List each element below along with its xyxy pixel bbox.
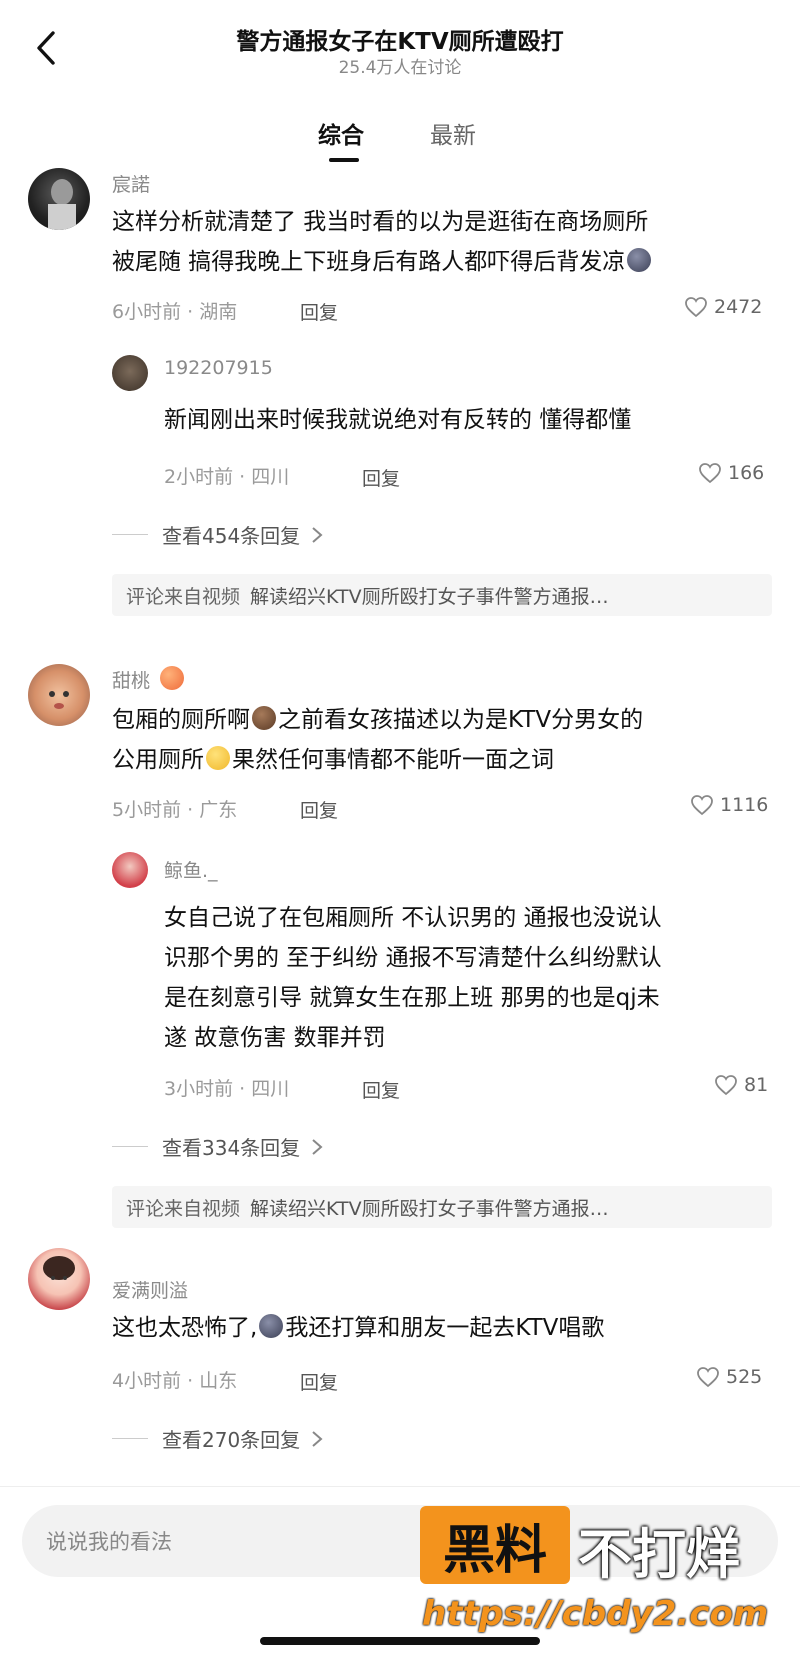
tab-comprehensive[interactable]: 综合 bbox=[318, 116, 364, 150]
avatar[interactable] bbox=[28, 1248, 90, 1310]
like-count: 2472 bbox=[714, 296, 763, 318]
tab-active-indicator bbox=[329, 158, 359, 162]
scared-emoji-icon bbox=[627, 248, 652, 272]
divider bbox=[112, 534, 148, 535]
scared-emoji-icon bbox=[259, 1314, 284, 1338]
reply-button[interactable]: 回复 bbox=[362, 464, 400, 491]
home-indicator bbox=[260, 1637, 540, 1645]
comment-username[interactable]: 宸諾 bbox=[112, 170, 150, 197]
divider bbox=[112, 1438, 148, 1439]
avatar[interactable] bbox=[112, 852, 148, 888]
header: 警方通报女子在KTV厕所遭殴打 25.4万人在讨论 bbox=[0, 0, 800, 96]
like-button[interactable]: 1116 bbox=[690, 794, 768, 816]
heart-icon bbox=[685, 297, 707, 318]
comment-meta: 5小时前 · 广东 bbox=[112, 799, 238, 821]
watermark-text: 不打烊 bbox=[578, 1523, 740, 1586]
discussion-count: 25.4万人在讨论 bbox=[338, 58, 462, 78]
comment-meta: 4小时前 · 山东 bbox=[112, 1370, 238, 1392]
reply-username[interactable]: 192207915 bbox=[164, 357, 273, 379]
tab-latest[interactable]: 最新 bbox=[430, 116, 476, 150]
comment-meta: 6小时前 · 湖南 bbox=[112, 301, 238, 323]
reply-text: 女自己说了在包厢厕所 不认识男的 通报也没说认 识那个男的 至于纠纷 通报不写清… bbox=[164, 905, 662, 1051]
page-title: 警方通报女子在KTV厕所遭殴打 bbox=[236, 29, 564, 55]
peach-icon bbox=[160, 666, 185, 690]
reply-button[interactable]: 回复 bbox=[300, 298, 338, 325]
reply-button[interactable]: 回复 bbox=[300, 796, 338, 823]
like-button[interactable]: 81 bbox=[714, 1074, 768, 1096]
reply-meta: 3小时前 · 四川 bbox=[164, 1078, 290, 1100]
chevron-right-icon bbox=[312, 1430, 323, 1447]
like-button[interactable]: 525 bbox=[696, 1366, 762, 1388]
like-count: 1116 bbox=[720, 794, 769, 816]
avatar[interactable] bbox=[112, 355, 148, 391]
avatar[interactable] bbox=[28, 664, 90, 726]
chevron-right-icon bbox=[312, 526, 323, 543]
heart-icon bbox=[691, 795, 713, 816]
view-more-replies[interactable]: 查看334条回复 bbox=[112, 1132, 324, 1161]
watermark-url: https://cbdy2.com bbox=[422, 1594, 769, 1634]
heart-icon bbox=[699, 463, 721, 484]
reply-button[interactable]: 回复 bbox=[362, 1076, 400, 1103]
heart-icon bbox=[715, 1075, 737, 1096]
from-video-link[interactable]: 评论来自视频 解读绍兴KTV厕所殴打女子事件警方通报… bbox=[112, 574, 772, 616]
tab-bar: 综合 最新 bbox=[0, 110, 800, 166]
like-count: 166 bbox=[728, 462, 765, 484]
like-count: 81 bbox=[744, 1074, 769, 1096]
comment-text: 这也太恐怖了, 我还打算和朋友一起去KTV唱歌 bbox=[112, 1314, 605, 1341]
like-button[interactable]: 166 bbox=[698, 462, 764, 484]
avatar[interactable] bbox=[28, 168, 90, 230]
chevron-right-icon bbox=[312, 1138, 323, 1155]
divider bbox=[112, 1146, 148, 1147]
reply-button[interactable]: 回复 bbox=[300, 1368, 338, 1395]
watermark-logo: 黑料 bbox=[420, 1506, 570, 1584]
thinking-emoji-icon bbox=[206, 746, 230, 770]
like-button[interactable]: 2472 bbox=[684, 296, 762, 318]
like-count: 525 bbox=[726, 1366, 763, 1388]
comment-username[interactable]: 爱满则溢 bbox=[112, 1276, 188, 1303]
comment-text: 这样分析就清楚了 我当时看的以为是逛街在商场厕所 被尾随 搞得我晚上下班身后有路… bbox=[112, 202, 782, 282]
reply-meta: 2小时前 · 四川 bbox=[164, 466, 290, 488]
view-more-replies[interactable]: 查看454条回复 bbox=[112, 520, 324, 549]
poop-emoji-icon bbox=[252, 706, 276, 730]
view-more-replies[interactable]: 查看270条回复 bbox=[112, 1424, 324, 1453]
heart-icon bbox=[697, 1367, 719, 1388]
reply-username[interactable]: 鲸鱼._ bbox=[164, 856, 218, 883]
comment-text: 包厢的厕所啊 之前看女孩描述以为是KTV分男女的 公用厕所 果然任何事情都不能听一面… bbox=[112, 706, 644, 773]
comment-username[interactable]: 甜桃 bbox=[112, 666, 186, 693]
reply-text: 新闻刚出来时候我就说绝对有反转的 懂得都懂 bbox=[164, 407, 632, 433]
from-video-link[interactable]: 评论来自视频 解读绍兴KTV厕所殴打女子事件警方通报… bbox=[112, 1186, 772, 1228]
